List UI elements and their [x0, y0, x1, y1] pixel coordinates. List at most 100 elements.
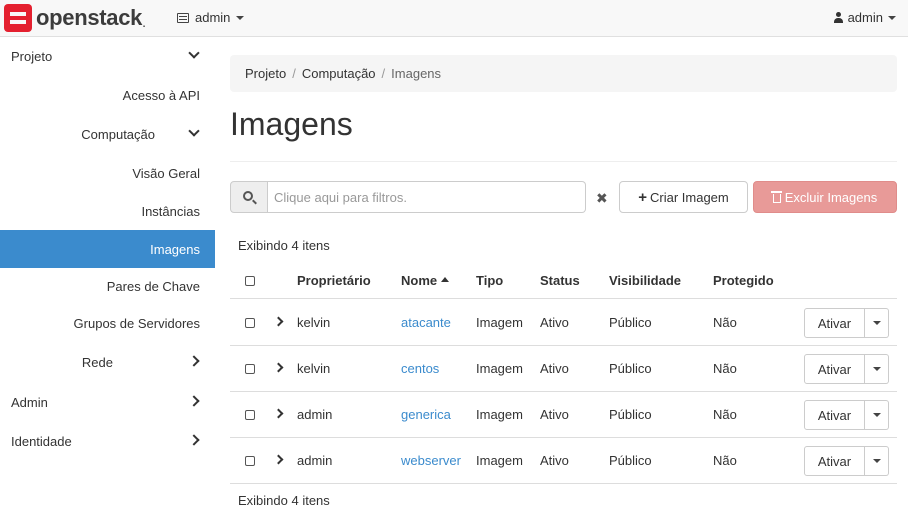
- item-count-bottom: Exibindo 4 itens: [238, 493, 330, 508]
- create-image-button[interactable]: + Criar Imagem: [619, 181, 748, 213]
- brand-name: openstack: [36, 5, 143, 30]
- sidebar-item-admin[interactable]: Admin: [0, 384, 215, 420]
- row-checkbox[interactable]: [245, 410, 255, 420]
- row-divider: [230, 483, 897, 484]
- row-divider: [230, 437, 897, 438]
- sidebar-item-acesso-api[interactable]: Acesso à API: [0, 77, 215, 113]
- cell-status: Ativo: [540, 453, 569, 468]
- chevron-right-icon[interactable]: [273, 454, 284, 465]
- breadcrumb-separator: /: [381, 66, 386, 81]
- row-checkbox[interactable]: [245, 456, 255, 466]
- sidebar-item-instancias[interactable]: Instâncias: [0, 193, 215, 229]
- row-actions: Ativar: [804, 400, 889, 430]
- cell-status: Ativo: [540, 407, 569, 422]
- project-picker-label: admin: [195, 10, 231, 25]
- header-visibility[interactable]: Visibilidade: [609, 273, 681, 288]
- sidebar-item-label: Visão Geral: [132, 165, 200, 181]
- chevron-right-icon: [188, 395, 200, 407]
- cell-owner: admin: [297, 453, 333, 468]
- clear-filter-icon[interactable]: ✖: [596, 190, 608, 207]
- cell-name-link[interactable]: atacante: [401, 315, 451, 330]
- cell-type: Imagem: [476, 407, 523, 422]
- chevron-right-icon: [188, 355, 200, 367]
- sidebar-item-computacao[interactable]: Computação: [0, 116, 215, 152]
- caret-down-icon: [888, 15, 896, 20]
- sidebar-item-rede[interactable]: Rede: [0, 344, 215, 380]
- cell-visibility: Público: [609, 453, 652, 468]
- delete-images-button[interactable]: Excluir Imagens: [753, 181, 897, 213]
- project-picker[interactable]: admin: [177, 10, 245, 25]
- row-actions-dropdown[interactable]: [865, 308, 889, 338]
- header-owner[interactable]: Proprietário: [297, 273, 371, 288]
- search-input[interactable]: [268, 181, 586, 213]
- row-actions: Ativar: [804, 308, 889, 338]
- breadcrumb-separator: /: [292, 66, 296, 81]
- page-title: Imagens: [230, 106, 353, 142]
- chevron-right-icon: [188, 434, 200, 446]
- launch-button[interactable]: Ativar: [804, 446, 865, 476]
- row-checkbox[interactable]: [245, 364, 255, 374]
- row-actions-dropdown[interactable]: [865, 354, 889, 384]
- delete-images-label: Excluir Imagens: [784, 189, 878, 205]
- select-all-checkbox[interactable]: [245, 276, 255, 286]
- sidebar-item-label: Identidade: [11, 433, 72, 449]
- chevron-right-icon[interactable]: [273, 362, 284, 373]
- sidebar-item-label: Rede: [81, 354, 113, 370]
- row-actions: Ativar: [804, 354, 889, 384]
- launch-button[interactable]: Ativar: [804, 400, 865, 430]
- plus-icon: +: [638, 188, 647, 206]
- chevron-down-icon: [188, 125, 200, 137]
- header-type[interactable]: Tipo: [476, 273, 503, 288]
- top-navbar: openstack . admin admin: [0, 0, 908, 37]
- user-menu-label: admin: [847, 10, 883, 25]
- chevron-right-icon[interactable]: [273, 408, 284, 419]
- user-menu[interactable]: admin: [833, 10, 896, 25]
- sidebar-item-label: Computação: [81, 126, 155, 142]
- user-icon: [833, 12, 843, 23]
- breadcrumb-computacao[interactable]: Computação: [302, 66, 376, 81]
- item-count-top: Exibindo 4 itens: [238, 238, 330, 253]
- breadcrumb-imagens: Imagens: [391, 66, 442, 81]
- cell-type: Imagem: [476, 453, 523, 468]
- sidebar-item-label: Projeto: [11, 48, 53, 64]
- sidebar-item-grupos-servidores[interactable]: Grupos de Servidores: [0, 305, 215, 341]
- openstack-logo-icon: [4, 4, 32, 32]
- row-actions: Ativar: [804, 446, 889, 476]
- header-status[interactable]: Status: [540, 273, 580, 288]
- sidebar-item-projeto[interactable]: Projeto: [0, 38, 215, 74]
- header-protected[interactable]: Protegido: [713, 273, 774, 288]
- cell-status: Ativo: [540, 315, 569, 330]
- row-divider: [230, 345, 897, 346]
- brand-dot: .: [142, 14, 147, 30]
- chevron-right-icon[interactable]: [273, 316, 284, 327]
- sidebar-item-pares-chave[interactable]: Pares de Chave: [0, 268, 215, 304]
- sidebar-item-visao-geral[interactable]: Visão Geral: [0, 155, 215, 191]
- sidebar: Projeto Acesso à API Computação Visão Ge…: [0, 37, 215, 508]
- cell-protected: Não: [713, 453, 737, 468]
- sidebar-item-imagens[interactable]: Imagens: [0, 230, 215, 268]
- cell-owner: admin: [297, 407, 333, 422]
- row-actions-dropdown[interactable]: [865, 400, 889, 430]
- search-icon: [243, 191, 253, 201]
- row-actions-dropdown[interactable]: [865, 446, 889, 476]
- cell-name-link[interactable]: generica: [401, 407, 451, 422]
- breadcrumb-projeto[interactable]: Projeto: [245, 66, 286, 81]
- chevron-down-icon: [188, 47, 200, 59]
- launch-button[interactable]: Ativar: [804, 308, 865, 338]
- cell-visibility: Público: [609, 361, 652, 376]
- caret-down-icon: [872, 367, 881, 371]
- breadcrumb: Projeto / Computação / Imagens: [230, 55, 897, 92]
- row-checkbox[interactable]: [245, 318, 255, 328]
- cell-owner: kelvin: [297, 361, 331, 376]
- project-icon: [177, 12, 189, 23]
- sidebar-item-identidade[interactable]: Identidade: [0, 423, 215, 459]
- cell-name-link[interactable]: webserver: [401, 453, 461, 468]
- launch-button[interactable]: Ativar: [804, 354, 865, 384]
- header-name[interactable]: Nome: [401, 273, 450, 288]
- title-divider: [230, 161, 897, 162]
- cell-status: Ativo: [540, 361, 569, 376]
- cell-name-link[interactable]: centos: [401, 361, 439, 376]
- caret-down-icon: [872, 413, 881, 417]
- openstack-logo[interactable]: openstack .: [4, 4, 146, 32]
- row-divider: [230, 391, 897, 392]
